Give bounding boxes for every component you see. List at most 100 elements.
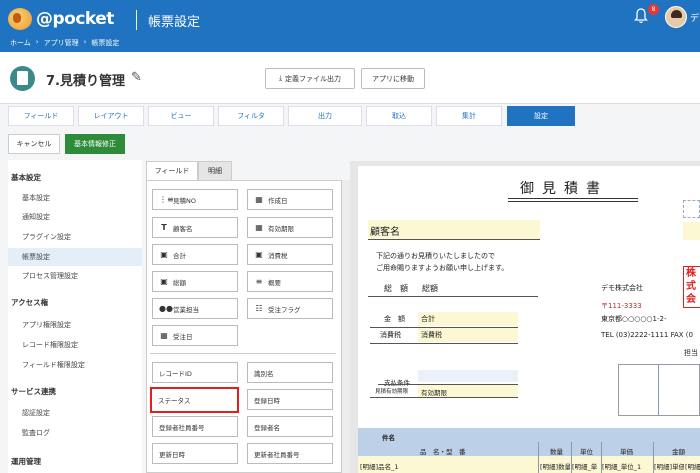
notification-badge: 8 [648, 4, 659, 15]
sidebar-item-basic-settings[interactable]: 基本設定 [8, 189, 142, 207]
calendar-icon: ▦ [255, 223, 263, 232]
company-tel: TEL (03)2222-1111 FAX (0 [601, 331, 693, 339]
palette-scrollbar[interactable] [342, 180, 350, 473]
column-unit-price: 単価 [620, 448, 633, 456]
sidebar-item-record-permission[interactable]: レコード権限設定 [8, 336, 142, 354]
tab-layout[interactable]: レイアウト [78, 106, 144, 126]
field-updater-employee-no[interactable]: 更新者社員番号 [247, 443, 333, 464]
column-amount: 金額 [672, 448, 685, 456]
field-status[interactable]: ステータス [150, 387, 239, 413]
column-divider [571, 442, 572, 473]
field-order-flag[interactable]: ☷ 受注フラグ [247, 298, 333, 319]
field-summary[interactable]: ≡ 概要 [247, 271, 333, 292]
sidebar-item-form-settings[interactable]: 帳票設定 [8, 248, 142, 266]
validity-underline [370, 397, 518, 398]
field-order-date[interactable]: ▦ 受注日 [152, 325, 238, 346]
sidebar-item-audit-log[interactable]: 監査ログ [8, 424, 142, 442]
calculator-icon: ▣ [160, 277, 168, 286]
tab-filter[interactable]: フィルタ [218, 106, 284, 126]
sidebar-section-basic: 基本設定 [11, 173, 41, 182]
export-definition-button[interactable]: ⤓ 定義ファイル出力 [265, 68, 355, 89]
payment-label: 支払条件 [384, 379, 410, 387]
column-item: 品 名・型 番 [420, 448, 466, 456]
row-amount: [明細]金 [685, 463, 700, 471]
palette-tab-detail[interactable]: 明細 [198, 161, 232, 181]
sidebar-item-app-permission[interactable]: アプリ権限設定 [8, 316, 142, 334]
approval-box [618, 364, 700, 416]
intro-line-2: ご用命賜りますようお願い申し上げます。 [376, 264, 509, 272]
field-expiration[interactable]: ▦ 有効期限 [247, 217, 333, 238]
company-address: 東京都○○○○○1-2- [601, 315, 667, 323]
user-name[interactable]: デ [690, 11, 699, 24]
placeholder-box [683, 200, 700, 218]
field-registered-at[interactable]: 登録日時 [247, 389, 333, 410]
sidebar-section-operation: 運用管理 [11, 457, 41, 466]
breadcrumb-home[interactable]: ホーム [10, 38, 31, 48]
field-created-date[interactable]: ▦ 作成日 [247, 189, 333, 210]
intro-line-1: 下記の通りお見積りいたしましたので [376, 252, 495, 260]
tab-aggregate[interactable]: 集計 [436, 106, 502, 126]
field-label: 受注フラグ [268, 305, 301, 314]
tab-output[interactable]: 出力 [288, 106, 362, 126]
tab-field[interactable]: フィールド [8, 106, 74, 126]
app-logo[interactable]: @pocket [8, 8, 114, 30]
pencil-icon[interactable]: ✎ [131, 70, 142, 85]
field-subtotal[interactable]: ▣ 合計 [152, 244, 238, 265]
amount-label: 金 額 [384, 315, 405, 323]
field-label: 受注日 [173, 332, 193, 341]
field-label: 総額 [173, 278, 186, 287]
calendar-icon: ▦ [255, 195, 263, 204]
company-name: デモ株式会社 [601, 284, 643, 292]
amount-value: 合計 [421, 315, 435, 323]
edit-basic-info-button[interactable]: 基本情報修正 [65, 134, 125, 154]
sidebar-item-plugin[interactable]: プラグイン設定 [8, 228, 142, 246]
kangaroo-logo-icon [8, 8, 32, 30]
person-label: 担当 [684, 349, 698, 357]
calendar-icon: ▦ [160, 331, 168, 340]
field-identifier[interactable]: 識別名 [247, 362, 333, 383]
field-updated-at[interactable]: 更新日時 [152, 443, 238, 464]
column-divider [653, 442, 654, 473]
move-to-app-button[interactable]: アプリに移動 [361, 68, 425, 89]
field-tax[interactable]: ▣ 消費税 [247, 244, 333, 265]
title-underline [508, 201, 638, 202]
breadcrumb-separator: › [83, 38, 87, 46]
field-label: 有効期限 [268, 224, 294, 233]
total-underline [368, 296, 538, 297]
field-registrant-name[interactable]: 登録者名 [247, 416, 333, 437]
tab-settings[interactable]: 設定 [507, 106, 575, 126]
checkbox-list-icon: ☷ [255, 304, 263, 313]
field-registrant-employee-no[interactable]: 登録者社員番号 [152, 416, 238, 437]
field-record-id[interactable]: レコードID [152, 362, 238, 383]
breadcrumb-app-admin[interactable]: アプリ管理 [44, 38, 79, 48]
calculator-icon: ▣ [255, 250, 263, 259]
tab-view[interactable]: ビュー [148, 106, 214, 126]
breadcrumb-current: 帳票設定 [91, 39, 120, 47]
field-estimate-no[interactable]: ⋮≡ 見積NO [152, 189, 238, 210]
subject-row [358, 428, 700, 442]
user-avatar[interactable] [665, 6, 687, 28]
field-label: 消費税 [268, 251, 288, 260]
tab-import[interactable]: 取込 [366, 106, 432, 126]
palette-tab-field[interactable]: フィールド [146, 161, 198, 181]
row-quantity: [明細]数量 [540, 463, 570, 471]
sidebar-item-auth[interactable]: 認証設定 [8, 404, 142, 422]
row-unit-detail: [明細_単位_1 [602, 463, 642, 471]
field-total[interactable]: ▣ 総額 [152, 271, 238, 292]
field-customer-name[interactable]: T 顧客名 [152, 217, 238, 238]
export-definition-label: 定義ファイル出力 [285, 74, 342, 83]
tax-underline [370, 343, 518, 344]
sidebar-item-process[interactable]: プロセス管理設定 [8, 267, 142, 285]
cancel-button[interactable]: キャンセル [8, 134, 60, 154]
top-bar: @pocket 帳票設定 ホーム › アプリ管理 › 帳票設定 8 デ [0, 0, 700, 52]
breadcrumb-separator: › [35, 38, 39, 46]
breadcrumb: ホーム › アプリ管理 › 帳票設定 [10, 38, 119, 48]
sidebar-item-notification[interactable]: 通知設定 [8, 208, 142, 226]
bell-icon[interactable] [634, 8, 648, 24]
sidebar-item-field-permission[interactable]: フィールド権限設定 [8, 356, 142, 374]
row-unit: [明細_単 [572, 463, 598, 471]
field-label: 見積NO [173, 196, 196, 205]
field-sales-rep[interactable]: ●● 営業担当 [152, 298, 238, 319]
payment-box[interactable] [418, 370, 518, 382]
lines-icon: ≡ [255, 277, 263, 286]
